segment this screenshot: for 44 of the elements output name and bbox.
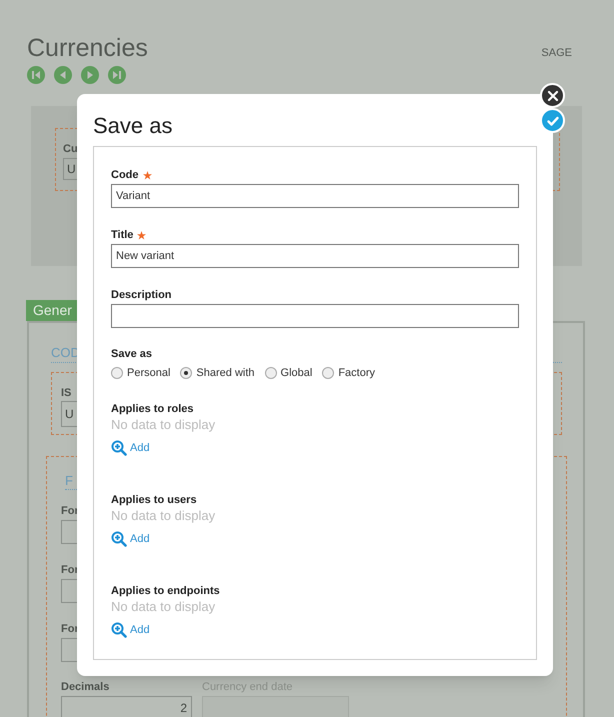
- required-icon: [137, 230, 146, 240]
- field-label: Code: [111, 168, 138, 182]
- previous-icon[interactable]: [54, 66, 72, 84]
- radio-option[interactable]: Factory: [322, 366, 375, 380]
- radio-button[interactable]: [180, 367, 192, 379]
- add-link[interactable]: Add: [111, 531, 150, 547]
- radio-option[interactable]: Personal: [111, 366, 170, 380]
- zoom-in-icon: [111, 531, 127, 547]
- list-label: Applies to users: [111, 493, 198, 507]
- field-label: Cu: [63, 142, 79, 156]
- empty-message: No data to display: [111, 599, 216, 615]
- close-button[interactable]: [540, 83, 565, 108]
- radio-button[interactable]: [111, 367, 123, 379]
- first-page-icon[interactable]: [27, 66, 45, 84]
- empty-message: No data to display: [111, 417, 216, 433]
- radio-option[interactable]: Global: [264, 366, 312, 380]
- radio-button[interactable]: [264, 367, 277, 379]
- field-label: Decimals: [61, 680, 110, 694]
- text-field[interactable]: New variant: [111, 244, 519, 268]
- last-page-icon[interactable]: [108, 66, 126, 84]
- field-label: For: [61, 622, 79, 636]
- field-label: IS: [61, 386, 72, 400]
- radio-button[interactable]: [322, 367, 334, 379]
- field-label: Description: [111, 288, 172, 302]
- list-label: Applies to endpoints: [111, 584, 221, 598]
- field-label: Save as: [111, 347, 153, 361]
- required-icon: [142, 170, 152, 180]
- list-label: Applies to roles: [111, 402, 195, 416]
- empty-message: No data to display: [111, 508, 216, 524]
- next-icon[interactable]: [81, 66, 99, 84]
- add-link[interactable]: Add: [111, 440, 150, 456]
- zoom-in-icon: [111, 440, 127, 456]
- page-title: Currencies: [27, 33, 148, 63]
- radio-option[interactable]: Shared with: [180, 366, 255, 380]
- text-field[interactable]: [111, 304, 519, 328]
- dialog-title: Save as: [93, 113, 174, 139]
- field-label: For: [61, 563, 79, 577]
- decimals-field[interactable]: 2: [61, 696, 192, 717]
- brand-label: SAGE: [541, 46, 572, 61]
- text-field[interactable]: Variant: [111, 184, 519, 208]
- field-label: Title: [111, 228, 134, 242]
- field-label: For: [61, 504, 79, 518]
- zoom-in-icon: [111, 622, 127, 638]
- add-link[interactable]: Add: [111, 622, 150, 638]
